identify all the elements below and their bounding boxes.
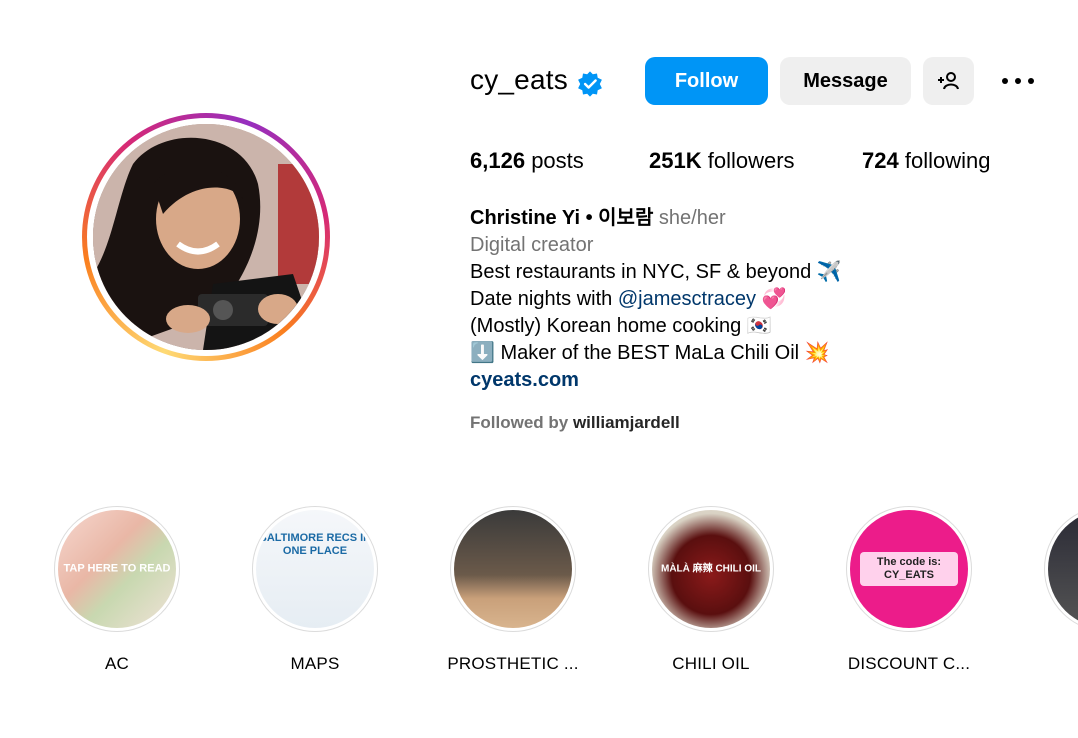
highlight-label: DISCOUNT C... — [847, 654, 971, 673]
pronouns: she/her — [658, 207, 726, 229]
username: cy_eats — [470, 64, 568, 95]
bio-line-1: Best restaurants in NYC, SF & beyond ✈️ — [470, 261, 842, 283]
avatar-image — [93, 124, 319, 350]
verified-badge-icon — [578, 71, 602, 97]
followed-by[interactable]: Followed by williamjardell — [470, 413, 680, 433]
avatar — [93, 124, 319, 350]
bio-line-3: (Mostly) Korean home cooking 🇰🇷 — [470, 315, 772, 337]
message-button[interactable]: Message — [780, 57, 911, 105]
bio-line-2: Date nights with @jamesctracey 💞 — [470, 288, 787, 310]
highlight-cover: TAP HERE TO READ — [58, 510, 176, 628]
highlight-cover — [454, 510, 572, 628]
highlight-label: MAPS — [290, 654, 340, 673]
posts-count: 6,126 posts — [470, 148, 584, 173]
highlight-maps[interactable]: BALTIMORE RECS IN ONE PLACE MAPS — [245, 506, 385, 674]
more-options-icon[interactable] — [998, 68, 1038, 94]
bio-name-line: Christine Yi • 이보람 she/her — [470, 205, 842, 232]
bio: Christine Yi • 이보람 she/her Digital creat… — [470, 205, 842, 394]
category-label: Digital creator — [470, 234, 594, 256]
follow-button[interactable]: Follow — [645, 57, 768, 105]
highlight-prosthetic[interactable]: PROSTHETIC ... — [443, 506, 583, 674]
highlight-discount-code[interactable]: The code is: CY_EATS DISCOUNT C... — [839, 506, 979, 674]
highlight-ac[interactable]: TAP HERE TO READ AC — [47, 506, 187, 674]
profile-page: cy_eats Follow Message 6,126 posts 251K … — [0, 0, 1078, 738]
add-user-icon — [937, 72, 959, 90]
bio-line-4: ⬇️ Maker of the BEST MaLa Chili Oil 💥 — [470, 342, 830, 364]
followers-count[interactable]: 251K followers — [649, 148, 795, 174]
following-count[interactable]: 724 following — [862, 148, 990, 174]
suggest-users-button[interactable] — [923, 57, 974, 105]
highlight-chili-oil[interactable]: MÀLÀ 麻辣 CHILI OIL CHILI OIL — [641, 506, 781, 674]
full-name: Christine Yi • 이보람 — [470, 207, 654, 229]
story-ring[interactable] — [82, 113, 330, 361]
highlight-label: AC — [104, 654, 130, 673]
highlight-cover: The code is: CY_EATS — [850, 510, 968, 628]
website-link[interactable]: cyeats.com — [470, 367, 842, 394]
highlight-label: PROSTHETIC ... — [447, 654, 579, 673]
highlight-next-partial[interactable] — [1044, 506, 1078, 632]
mention-link[interactable]: @jamesctracey — [618, 288, 756, 310]
highlight-label: CHILI OIL — [672, 654, 750, 673]
highlight-cover: MÀLÀ 麻辣 CHILI OIL — [652, 510, 770, 628]
highlight-cover: BALTIMORE RECS IN ONE PLACE — [256, 510, 374, 628]
